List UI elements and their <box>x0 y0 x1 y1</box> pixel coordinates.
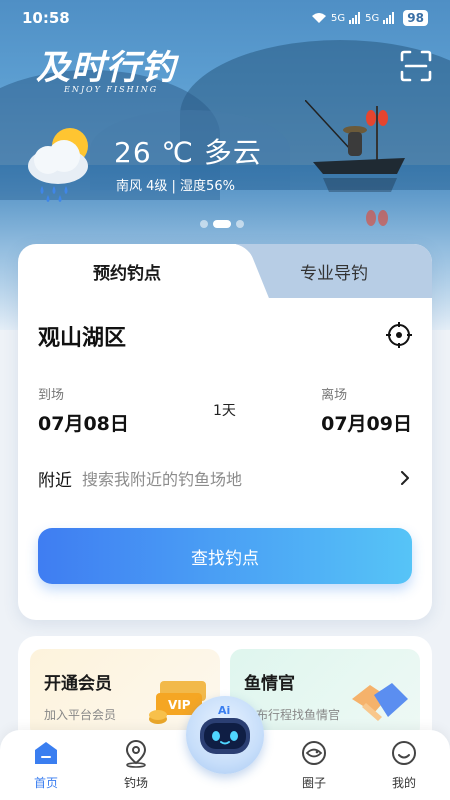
scan-icon[interactable] <box>398 48 434 84</box>
ai-assistant-button[interactable]: Ai <box>186 696 264 774</box>
nav-label: 钓场 <box>123 776 148 790</box>
carousel-dot[interactable] <box>200 220 208 228</box>
map-pin-icon <box>125 739 147 768</box>
status-time: 10:58 <box>22 9 70 27</box>
leave-label: 离场 <box>321 388 348 403</box>
booking-card: 预约钓点 专业导钓 观山湖区 到场 07月08日 1天 离场 07月09日 附近… <box>18 244 432 620</box>
signal-bars-icon <box>383 12 395 24</box>
nearby-search-placeholder: 搜索我附近的钓鱼场地 <box>82 470 243 489</box>
booking-tabs: 预约钓点 专业导钓 <box>18 244 432 298</box>
leave-date: 07月09日 <box>321 413 412 435</box>
nav-label: 我的 <box>391 776 416 790</box>
carousel-indicator <box>200 220 244 228</box>
nav-home[interactable]: 首页 <box>16 738 76 791</box>
wifi-icon <box>312 13 327 23</box>
chevron-right-icon <box>401 471 409 485</box>
nearby-label: 附近 <box>38 470 72 491</box>
location-name[interactable]: 观山湖区 <box>38 320 126 352</box>
status-bar: 10:58 5G 5G 98 <box>0 0 450 36</box>
carousel-dot-active[interactable] <box>213 220 231 228</box>
stay-duration: 1天 <box>213 403 236 419</box>
find-spot-button[interactable]: 查找钓点 <box>38 528 412 584</box>
nav-label: 圈子 <box>301 776 326 790</box>
fishing-boat-illustration <box>305 100 405 226</box>
nav-circle[interactable]: 圈子 <box>284 738 344 791</box>
home-icon <box>35 742 57 764</box>
ai-label: Ai <box>218 704 230 717</box>
signal-bars-icon <box>349 12 361 24</box>
arrive-label: 到场 <box>38 388 65 403</box>
nav-profile[interactable]: 我的 <box>374 738 434 791</box>
cloudy-rain-weather-icon <box>28 128 88 202</box>
battery-indicator: 98 <box>403 10 428 26</box>
smile-profile-icon <box>392 741 416 765</box>
arrive-date: 07月08日 <box>38 413 129 435</box>
fish-community-icon <box>302 741 326 765</box>
weather-detail: 南风 4级 | 湿度56% <box>116 179 235 194</box>
leave-date-picker[interactable]: 离场 07月09日 <box>321 384 412 436</box>
tab-label: 预约钓点 <box>93 263 161 284</box>
ai-robot-icon: Ai <box>200 704 250 754</box>
nav-fishing-ground[interactable]: 钓场 <box>106 738 166 791</box>
arrive-date-picker[interactable]: 到场 07月08日 <box>38 384 129 436</box>
handshake-icon <box>352 683 408 721</box>
tab-label: 专业导钓 <box>300 263 368 284</box>
signal-label: 5G <box>365 12 380 24</box>
weather-temperature: 26 ℃ 多云 <box>114 136 262 169</box>
locate-icon[interactable] <box>386 322 412 348</box>
signal-label: 5G <box>331 12 346 24</box>
app-logo: 及时行钓 ENJOY FISHING <box>36 40 176 94</box>
logo-text: 及时行钓 <box>36 48 176 88</box>
status-icons: 5G 5G 98 <box>311 10 428 26</box>
carousel-dot[interactable] <box>236 220 244 228</box>
nav-label: 首页 <box>33 776 58 790</box>
tab-book-spot[interactable]: 预约钓点 <box>18 244 236 298</box>
nearby-search[interactable]: 附近 搜索我附近的钓鱼场地 <box>38 466 412 491</box>
tab-pro-guide[interactable]: 专业导钓 <box>236 244 432 298</box>
